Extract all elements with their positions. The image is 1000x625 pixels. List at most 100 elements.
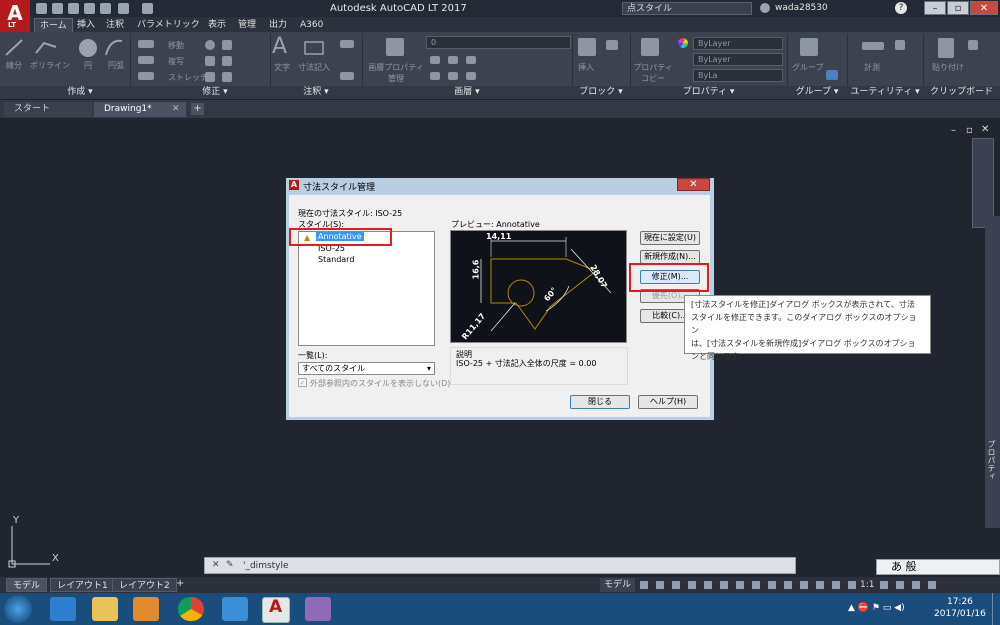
scale-icon[interactable] [205, 72, 215, 82]
layer-properties-icon[interactable] [386, 38, 404, 56]
modify-panel-title[interactable]: 修正 ▾ [160, 86, 270, 99]
media-player-icon[interactable] [133, 597, 159, 621]
explorer-icon[interactable] [92, 597, 118, 621]
paste-tool[interactable]: 貼り付け [932, 62, 964, 73]
tab-layout1[interactable]: レイアウト1 [50, 578, 115, 592]
help-icon[interactable]: ? [895, 2, 907, 14]
lineweight-dropdown[interactable]: ByLa [693, 69, 783, 82]
group-icon[interactable] [800, 38, 818, 56]
linetype-dropdown[interactable]: ByLayer [693, 53, 783, 66]
layer-tool-icon[interactable] [448, 56, 458, 64]
layer-dropdown[interactable]: 0 [426, 36, 571, 49]
utility-icon[interactable] [895, 40, 905, 50]
start-button[interactable] [4, 595, 32, 623]
add-layout-icon[interactable]: + [176, 578, 184, 589]
group-panel-title[interactable]: グループ ▾ [787, 86, 847, 99]
layer-tool-icon[interactable] [466, 72, 476, 80]
stretch-tool[interactable]: ストレッチ [168, 72, 208, 83]
style-item-standard[interactable]: Standard [318, 255, 354, 264]
user-name[interactable]: wada28530 [775, 3, 828, 13]
tab-layout2[interactable]: レイアウト2 [112, 578, 177, 592]
annotation-scale[interactable]: 1:1 [858, 578, 877, 592]
tab-start[interactable]: スタート [4, 102, 92, 117]
tab-manage[interactable]: 管理 [233, 18, 261, 32]
viewport-restore-icon[interactable]: ▫ [966, 125, 973, 136]
print-icon[interactable] [100, 3, 111, 14]
tab-model[interactable]: モデル [6, 578, 48, 592]
arc-tool[interactable]: 円弧 [108, 60, 124, 71]
restore-button[interactable]: ▫ [947, 1, 969, 15]
mail-icon[interactable] [222, 597, 248, 621]
layer-tool-icon[interactable] [430, 56, 440, 64]
group-select-icon[interactable] [826, 70, 838, 80]
properties-panel-title[interactable]: プロパティ ▾ [630, 86, 787, 99]
list-select[interactable]: すべてのスタイル ▾ [298, 362, 435, 375]
color-wheel-icon[interactable] [678, 38, 688, 48]
tab-home[interactable]: ホーム [34, 18, 73, 33]
measure-icon[interactable] [862, 42, 884, 50]
clipboard-panel-title[interactable]: クリップボード [923, 86, 1000, 99]
layer-tool-icon[interactable] [466, 56, 476, 64]
status-tool-icons[interactable] [640, 581, 940, 589]
create-block-icon[interactable] [606, 40, 618, 50]
open-file-icon[interactable] [52, 3, 63, 14]
wrench-icon[interactable]: ✎ [226, 560, 234, 570]
undo-icon[interactable] [118, 3, 129, 14]
clock[interactable]: 17:26 2017/01/16 [934, 596, 986, 620]
viewport-minimize-icon[interactable]: – [951, 125, 956, 136]
group-tool[interactable]: グループ [792, 62, 824, 73]
layers-panel-title[interactable]: 画層 ▾ [362, 86, 572, 99]
tray-icons[interactable]: ▲ ⛔ ⚑ ▭ ◀) [848, 603, 905, 613]
save-icon[interactable] [68, 3, 79, 14]
match-properties-tool[interactable]: プロパティコピー [633, 62, 673, 84]
leader-icon[interactable] [340, 40, 354, 48]
tab-a360[interactable]: A360 [295, 18, 328, 32]
chrome-icon[interactable] [178, 597, 204, 621]
copy-clip-icon[interactable] [968, 40, 978, 50]
circle-tool[interactable]: 円 [84, 60, 92, 71]
new-file-icon[interactable] [36, 3, 47, 14]
layer-properties-tool[interactable]: 画層プロパティ管理 [368, 62, 424, 84]
layer-tool-icon[interactable] [448, 72, 458, 80]
mirror-icon[interactable] [205, 56, 215, 66]
help-button[interactable]: ヘルプ(H) [638, 395, 698, 409]
close-tab-icon[interactable]: ✕ [172, 104, 180, 114]
text-icon[interactable]: A [272, 34, 287, 59]
rotate-icon[interactable] [205, 40, 215, 50]
xref-checkbox[interactable]: ✓ [298, 378, 307, 387]
trim-icon[interactable] [222, 40, 232, 50]
search-input[interactable]: 点スタイル [622, 2, 752, 15]
viewport-close-icon[interactable]: ✕ [981, 124, 989, 135]
text-tool[interactable]: 文字 [274, 62, 290, 73]
fillet-icon[interactable] [222, 56, 232, 66]
line-tool[interactable]: 線分 [6, 60, 22, 71]
insert-block-icon[interactable] [578, 38, 596, 56]
measure-tool[interactable]: 計測 [864, 62, 880, 73]
close-command-icon[interactable]: ✕ [212, 560, 220, 570]
paint-icon[interactable] [305, 597, 331, 621]
insert-tool[interactable]: 挿入 [578, 62, 594, 73]
array-icon[interactable] [222, 72, 232, 82]
utility-panel-title[interactable]: ユーティリティ ▾ [847, 86, 923, 99]
draw-panel-title[interactable]: 作成 ▾ [0, 86, 160, 99]
new-style-button[interactable]: 新規作成(N)... [640, 250, 700, 264]
close-button[interactable]: 閉じる [570, 395, 630, 409]
layer-tool-icon[interactable] [430, 72, 440, 80]
tab-parametric[interactable]: パラメトリック [132, 18, 205, 32]
paste-icon[interactable] [938, 38, 954, 58]
app-logo-button[interactable]: A LT [0, 0, 30, 32]
tab-annotate[interactable]: 注釈 [101, 18, 129, 32]
dimension-tool[interactable]: 寸法記入 [298, 62, 330, 73]
ie-icon[interactable] [50, 597, 76, 621]
block-panel-title[interactable]: ブロック ▾ [572, 86, 630, 99]
tab-insert[interactable]: 挿入 [72, 18, 100, 32]
properties-palette-bar[interactable] [985, 216, 1000, 528]
color-dropdown[interactable]: ByLayer [693, 37, 783, 50]
set-current-button[interactable]: 現在に設定(U) [640, 231, 700, 245]
model-space-button[interactable]: モデル [600, 578, 636, 592]
minimize-button[interactable]: – [924, 1, 946, 15]
tab-output[interactable]: 出力 [264, 18, 292, 32]
match-properties-icon[interactable] [641, 38, 659, 56]
gradient-icon[interactable] [138, 72, 154, 80]
polyline-tool[interactable]: ポリライン [30, 60, 70, 71]
